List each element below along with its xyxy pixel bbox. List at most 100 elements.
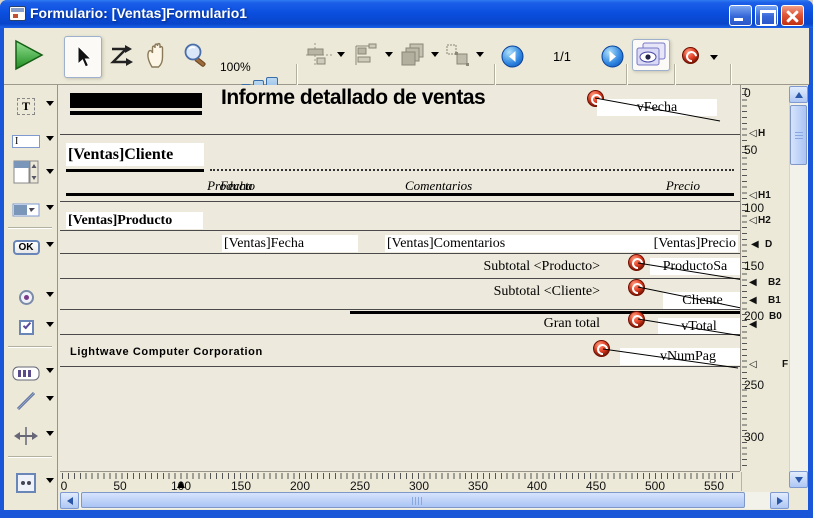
preview-icon: [635, 42, 667, 68]
input-tool-button[interactable]: I: [9, 126, 43, 156]
scroll-up-icon: [795, 92, 803, 98]
button-grid-tool-button[interactable]: [9, 358, 43, 388]
section-marker-icon[interactable]: ◀: [749, 320, 757, 330]
align-tool-button[interactable]: [304, 40, 334, 70]
align-dropdown-arrow[interactable]: [337, 52, 345, 57]
run-icon: [14, 39, 44, 71]
popup-menu-tool-dropdown-arrow[interactable]: [46, 205, 54, 210]
section-marker-icon[interactable]: ◀: [751, 240, 759, 250]
scroll-right-button[interactable]: [770, 492, 789, 509]
text-tool-dropdown-arrow[interactable]: [46, 101, 54, 106]
section-marker-label[interactable]: H: [758, 129, 765, 139]
maximize-button[interactable]: [755, 5, 778, 26]
section-marker-icon[interactable]: ◁: [749, 360, 757, 370]
button-tool-dropdown-arrow[interactable]: [46, 242, 54, 247]
resize-dropdown-arrow[interactable]: [476, 52, 484, 57]
section-marker-label[interactable]: D: [765, 240, 772, 250]
radio-tool-button[interactable]: [9, 282, 43, 312]
listbox-tool-button[interactable]: [9, 157, 43, 187]
scroll-left-button[interactable]: [60, 492, 79, 509]
resize-icon: [444, 43, 472, 67]
ruler-position-marker-icon: [177, 481, 185, 488]
button-tool-button[interactable]: OK: [9, 232, 43, 262]
title-bar[interactable]: Formulario: [Ventas]Formulario1: [0, 0, 813, 28]
checkbox-tool-dropdown-arrow[interactable]: [46, 322, 54, 327]
ruler-number: 300: [744, 430, 764, 444]
entry-order-tool-button[interactable]: [106, 40, 136, 72]
resize-tool-button[interactable]: [442, 40, 474, 70]
radio-tool-icon: [19, 290, 34, 305]
popup-menu-tool-button[interactable]: [9, 195, 43, 225]
section-marker-icon[interactable]: ◁: [749, 191, 757, 201]
text-tool-button[interactable]: T: [9, 91, 43, 121]
layer-tool-button[interactable]: [397, 40, 429, 70]
entry-order-icon: [108, 44, 134, 68]
section-marker-label[interactable]: B2: [768, 278, 781, 288]
section-marker-icon[interactable]: ◀: [749, 278, 757, 288]
plugin-area-tool-button[interactable]: [9, 468, 43, 498]
next-page-button[interactable]: [601, 45, 624, 68]
layer-dropdown-arrow[interactable]: [431, 52, 439, 57]
ruler-number: 300: [409, 479, 429, 493]
section-marker-icon[interactable]: ◁: [749, 129, 757, 139]
section-marker-label[interactable]: B0: [769, 312, 782, 322]
window-title: Formulario: [Ventas]Formulario1: [30, 5, 247, 21]
distribute-tool-button[interactable]: [350, 40, 382, 70]
hand-icon: [144, 41, 170, 69]
scroll-up-button[interactable]: [789, 86, 808, 103]
section-marker-label[interactable]: H1: [758, 191, 771, 201]
scroll-right-icon: [777, 497, 783, 505]
sidebar-separator: [8, 346, 52, 348]
horizontal-scrollbar-thumb[interactable]: [81, 492, 745, 508]
line-tool-dropdown-arrow[interactable]: [46, 396, 54, 401]
ruler-number: 200: [290, 479, 310, 493]
form-editor-window: Formulario: [Ventas]Formulario1: [0, 0, 813, 518]
checkbox-tool-icon: [19, 320, 34, 335]
pointer-tool-button[interactable]: [64, 36, 102, 78]
scroll-down-button[interactable]: [789, 471, 808, 488]
listbox-tool-dropdown-arrow[interactable]: [46, 169, 54, 174]
ruler-number: 400: [527, 479, 547, 493]
line-tool-button[interactable]: [9, 386, 43, 416]
splitter-tool-dropdown-arrow[interactable]: [46, 431, 54, 436]
layers-icon: [400, 43, 426, 67]
ruler-number: 500: [645, 479, 665, 493]
form-design-canvas[interactable]: Informe detallado de ventas vFecha [Vent…: [60, 85, 740, 471]
horizontal-ruler-ticks: [62, 473, 738, 479]
run-form-button[interactable]: [12, 37, 46, 73]
section-marker-label[interactable]: F: [782, 360, 788, 370]
ruler-corner: [741, 472, 789, 491]
plugin-area-tool-icon: [16, 473, 36, 493]
plugin-area-tool-dropdown-arrow[interactable]: [46, 478, 54, 483]
vertical-scrollbar-thumb[interactable]: [790, 105, 807, 165]
preview-button[interactable]: [632, 39, 670, 71]
ruler-number: 450: [586, 479, 606, 493]
method-menu-dropdown-arrow[interactable]: [710, 55, 718, 60]
input-tool-dropdown-arrow[interactable]: [46, 136, 54, 141]
button-grid-tool-dropdown-arrow[interactable]: [46, 368, 54, 373]
listbox-tool-icon: [13, 160, 39, 184]
previous-page-button[interactable]: [501, 45, 524, 68]
splitter-tool-button[interactable]: [9, 421, 43, 451]
ruler-number: 150: [744, 259, 764, 273]
button-grid-tool-icon: [12, 366, 40, 381]
checkbox-tool-button[interactable]: [9, 312, 43, 342]
close-button[interactable]: [781, 5, 804, 26]
ruler-number: 350: [468, 479, 488, 493]
pan-tool-button[interactable]: [141, 38, 173, 72]
method-menu-button[interactable]: [682, 47, 699, 64]
scroll-down-icon: [795, 477, 803, 483]
horizontal-ruler: 0 50 100 150 200 250 300 350 400 450 500…: [60, 471, 740, 491]
section-marker-icon[interactable]: ◀: [749, 296, 757, 306]
section-marker-label[interactable]: B1: [768, 296, 781, 306]
ruler-number: 0: [744, 86, 751, 100]
section-marker-icon[interactable]: ◁: [749, 216, 757, 226]
radio-tool-dropdown-arrow[interactable]: [46, 292, 54, 297]
popup-menu-tool-icon: [12, 203, 40, 217]
zoom-tool-button[interactable]: [179, 38, 213, 72]
ruler-number: 250: [350, 479, 370, 493]
minimize-button[interactable]: [729, 5, 752, 26]
distribute-dropdown-arrow[interactable]: [385, 52, 393, 57]
ruler-number: 150: [231, 479, 251, 493]
section-marker-label[interactable]: H2: [758, 216, 771, 226]
